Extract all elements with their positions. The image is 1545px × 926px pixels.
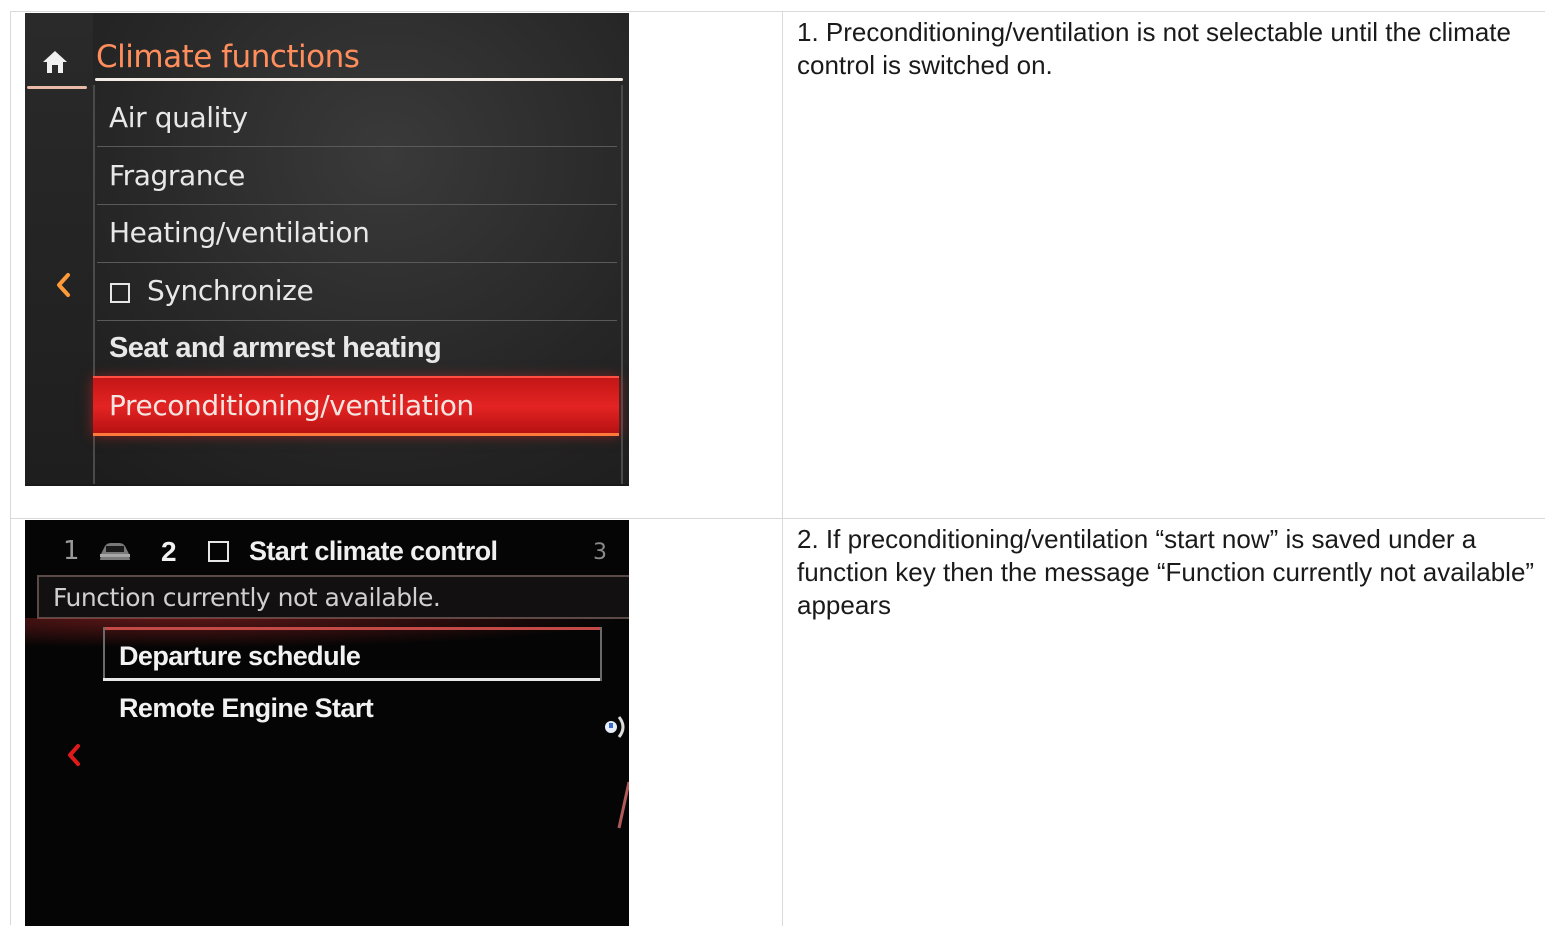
start-climate-screen: 1 2 Start climate control 3 Function cur… bbox=[25, 520, 629, 926]
item-underline bbox=[103, 678, 600, 681]
list-border-right bbox=[621, 85, 623, 486]
menu-item-seat-armrest-heating[interactable]: Seat and armrest heating bbox=[109, 332, 442, 365]
title-underline bbox=[95, 78, 623, 81]
function-key-3[interactable]: 3 bbox=[593, 540, 607, 565]
separator bbox=[97, 262, 617, 263]
separator bbox=[97, 146, 617, 147]
side-strip bbox=[25, 13, 93, 486]
start-climate-control-label[interactable]: Start climate control bbox=[249, 536, 498, 567]
home-tab-underline bbox=[27, 86, 87, 89]
highlight-bottom-edge bbox=[93, 433, 619, 436]
menu-item-preconditioning-ventilation[interactable]: Preconditioning/ventilation bbox=[109, 389, 474, 422]
description-2: 2. If preconditioning/ventilation “start… bbox=[797, 524, 1535, 620]
back-chevron-icon[interactable] bbox=[65, 742, 83, 768]
screen-title: Climate functions bbox=[96, 39, 360, 75]
checkbox-icon[interactable] bbox=[208, 541, 229, 562]
menu-item-air-quality[interactable]: Air quality bbox=[109, 101, 248, 134]
checkbox-icon[interactable] bbox=[110, 283, 130, 303]
back-chevron-icon[interactable] bbox=[53, 271, 73, 299]
separator bbox=[97, 320, 617, 321]
function-key-1[interactable]: 1 bbox=[63, 536, 80, 566]
edge-reflection bbox=[617, 781, 629, 829]
home-icon[interactable] bbox=[41, 49, 69, 75]
image-cell-2: 1 2 Start climate control 3 Function cur… bbox=[11, 519, 783, 926]
menu-item-remote-engine-start[interactable]: Remote Engine Start bbox=[119, 693, 374, 724]
toast-message: Function currently not available. bbox=[53, 583, 441, 612]
table-row-2: 1 2 Start climate control 3 Function cur… bbox=[11, 519, 1545, 926]
separator bbox=[97, 204, 617, 205]
table-row-1: Climate functions Air quality Fragrance … bbox=[11, 12, 1545, 519]
function-key-2[interactable]: 2 bbox=[161, 536, 177, 568]
description-1: 1. Preconditioning/ventilation is not se… bbox=[797, 17, 1511, 80]
image-cell-1: Climate functions Air quality Fragrance … bbox=[11, 12, 783, 518]
list-left-border bbox=[103, 627, 105, 681]
list-right-border bbox=[600, 627, 602, 681]
car-icon bbox=[100, 543, 130, 560]
menu-item-departure-schedule[interactable]: Departure schedule bbox=[119, 641, 361, 672]
scroll-indicator-icon bbox=[605, 716, 625, 738]
list-top-border bbox=[103, 627, 601, 630]
menu-item-fragrance[interactable]: Fragrance bbox=[109, 159, 245, 192]
document-table: Climate functions Air quality Fragrance … bbox=[10, 11, 1545, 926]
climate-functions-screen: Climate functions Air quality Fragrance … bbox=[25, 13, 629, 486]
screen-bottom-edge bbox=[25, 484, 629, 486]
menu-item-heating-ventilation[interactable]: Heating/ventilation bbox=[109, 216, 370, 249]
menu-item-synchronize[interactable]: Synchronize bbox=[147, 274, 314, 307]
